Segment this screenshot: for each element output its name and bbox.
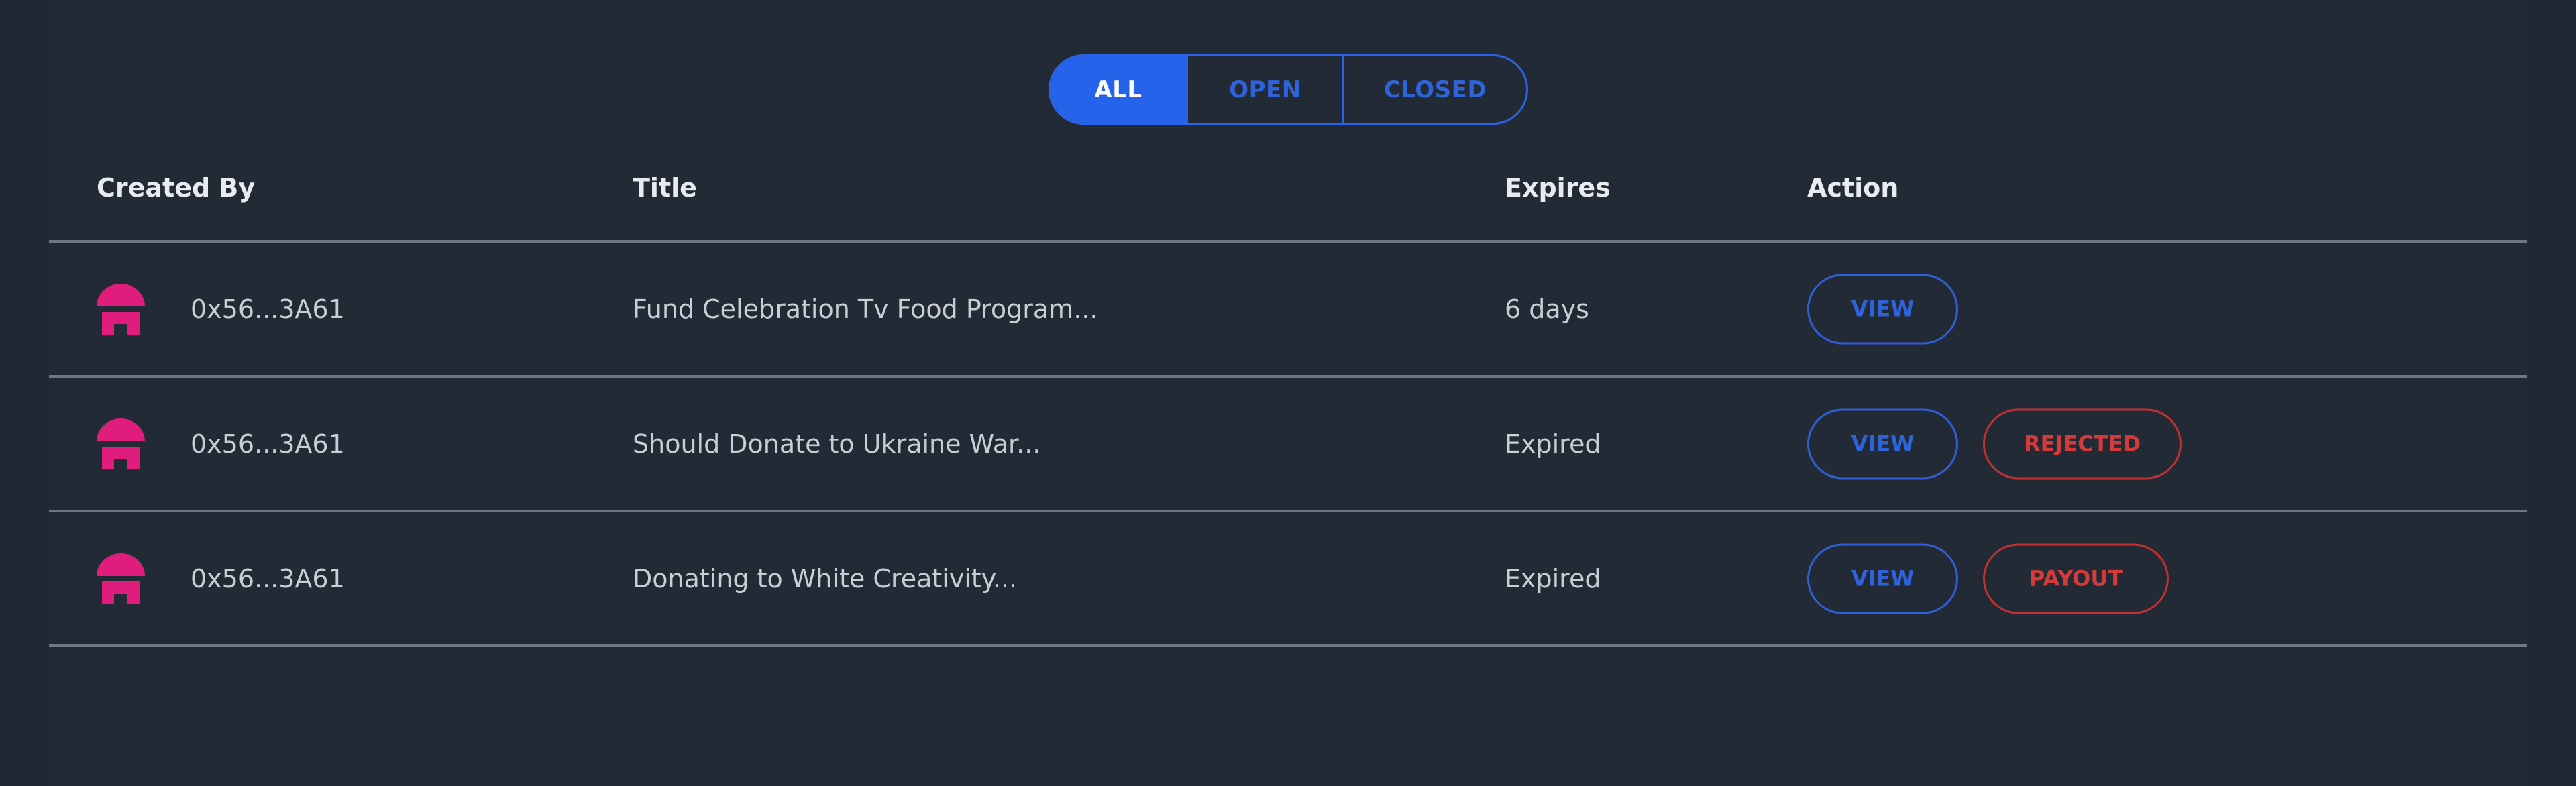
table-row: 0x56...3A61 Donating to White Creativity… [49, 511, 2527, 646]
dao-logo-icon [97, 283, 145, 335]
dao-logo-icon [97, 418, 145, 469]
expires-value: Expired [1505, 563, 1601, 594]
proposal-title[interactable]: Fund Celebration Tv Food Program... [633, 294, 1097, 324]
filter-closed-button[interactable]: CLOSED [1342, 56, 1526, 123]
header-created-by: Created By [97, 173, 256, 203]
row-divider [49, 644, 2527, 647]
proposal-title[interactable]: Donating to White Creativity... [633, 564, 1017, 594]
status-filter-toggle: ALL OPEN CLOSED [1049, 54, 1528, 125]
header-title: Title [633, 173, 697, 203]
header-action: Action [1807, 173, 1899, 203]
expires-value: Expired [1505, 429, 1601, 459]
rejected-button[interactable]: REJECTED [1983, 408, 2182, 479]
table-row: 0x56...3A61 Fund Celebration Tv Food Pro… [49, 241, 2527, 376]
view-button[interactable]: VIEW [1807, 543, 1958, 614]
filter-all-button[interactable]: ALL [1051, 56, 1186, 123]
dao-logo-icon [97, 553, 145, 604]
view-button[interactable]: VIEW [1807, 408, 1958, 479]
header-expires: Expires [1505, 173, 1611, 203]
view-button[interactable]: VIEW [1807, 274, 1958, 344]
payout-button[interactable]: PAYOUT [1983, 543, 2169, 614]
filter-open-button[interactable]: OPEN [1186, 56, 1342, 123]
creator-address: 0x56...3A61 [191, 429, 345, 459]
proposal-title[interactable]: Should Donate to Ukraine War... [633, 429, 1040, 459]
table-row: 0x56...3A61 Should Donate to Ukraine War… [49, 376, 2527, 511]
creator-address: 0x56...3A61 [191, 563, 345, 594]
expires-value: 6 days [1505, 294, 1589, 324]
creator-address: 0x56...3A61 [191, 294, 345, 324]
